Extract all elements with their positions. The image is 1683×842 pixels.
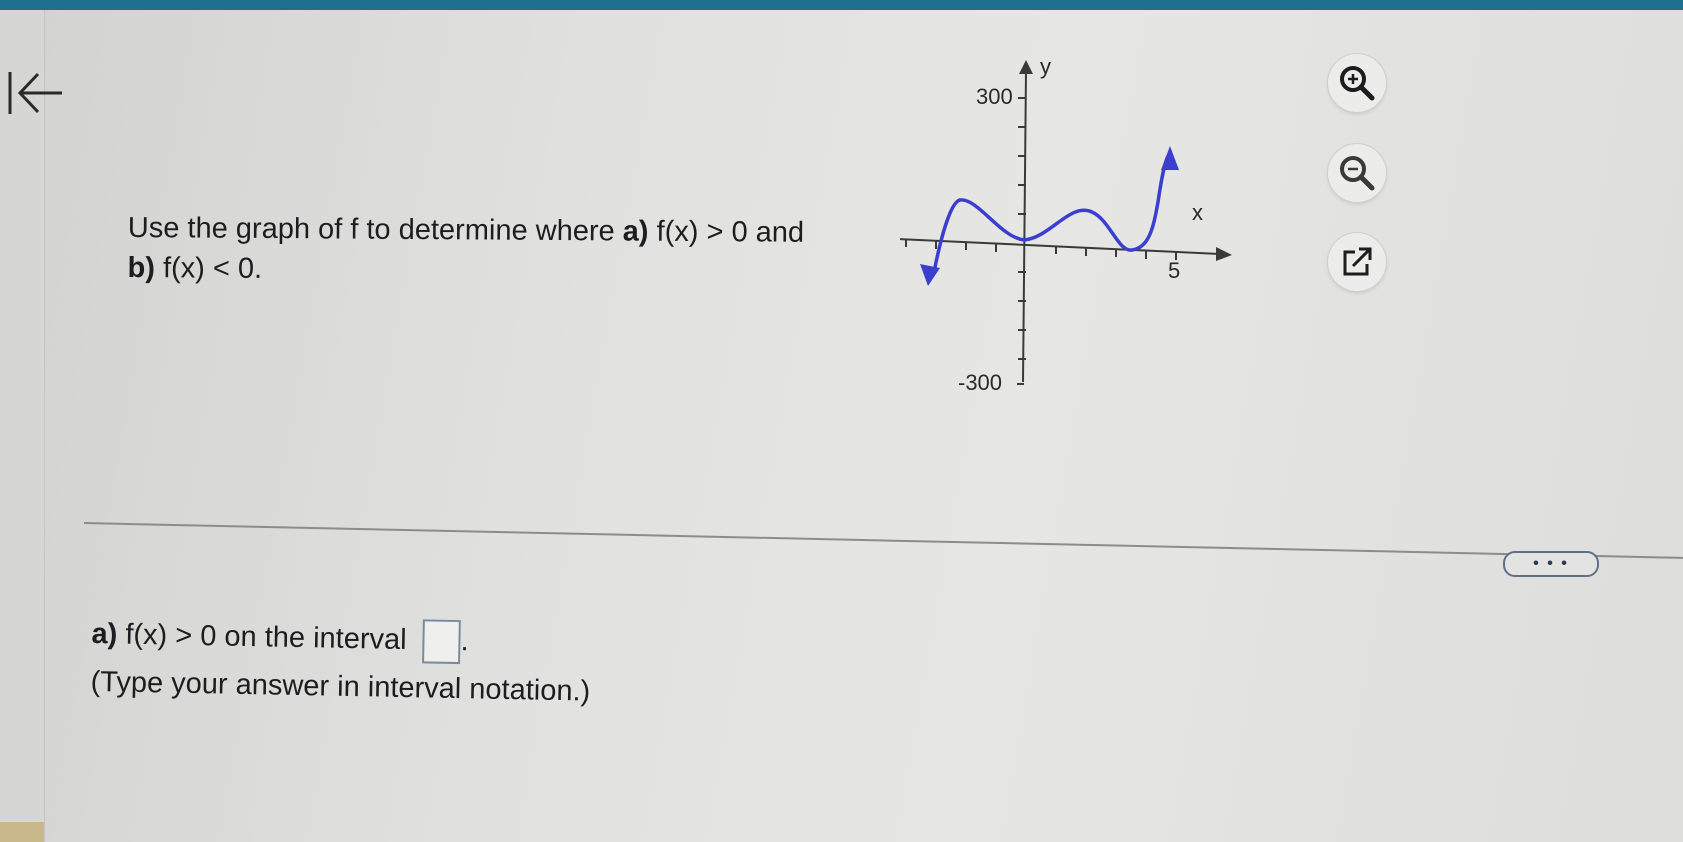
zoom-in-icon	[1340, 66, 1375, 101]
back-to-start-icon	[8, 72, 62, 114]
answer-part-a-label: a)	[91, 617, 118, 651]
x-max-label: 5	[1168, 258, 1180, 283]
function-graph: y x 300 -300 -5 5	[900, 54, 1232, 395]
question-text-part2: f(x) > 0 and	[648, 215, 805, 249]
question-part-a-label: a)	[622, 215, 649, 248]
back-to-start-button[interactable]	[6, 68, 66, 118]
zoom-out-button[interactable]	[1328, 144, 1386, 202]
curve-right-arrow	[1161, 146, 1179, 170]
open-external-icon	[1343, 247, 1372, 276]
function-curve	[932, 155, 1170, 273]
top-bar	[0, 0, 1683, 10]
left-rail	[0, 10, 45, 842]
open-external-button[interactable]	[1328, 233, 1386, 291]
answer-period: .	[460, 625, 470, 658]
zoom-in-button[interactable]	[1328, 54, 1386, 112]
x-axis-arrow	[1216, 247, 1232, 261]
bottom-left-swatch	[0, 822, 44, 842]
y-axis	[1022, 69, 1027, 383]
question-text-part1: Use the graph of f to determine where	[127, 211, 623, 248]
question-part-b-label: b)	[127, 251, 156, 285]
y-max-label: 300	[976, 84, 1013, 109]
curve-left-arrow	[920, 264, 940, 286]
section-divider	[83, 522, 1683, 559]
question-text-part3: f(x) < 0.	[154, 252, 263, 285]
interval-answer-input[interactable]	[422, 619, 462, 665]
y-axis-label: y	[1040, 54, 1051, 79]
zoom-out-icon	[1340, 156, 1375, 191]
x-axis	[900, 238, 1221, 255]
question-text: Use the graph of f to determine where a)…	[127, 208, 888, 293]
more-options-button[interactable]: • • •	[1503, 551, 1599, 577]
y-axis-arrow	[1019, 60, 1033, 74]
page: Use the graph of f to determine where a)…	[0, 0, 1683, 842]
answer-section: a) f(x) > 0 on the interval . (Type your…	[90, 610, 992, 723]
x-axis-label: x	[1192, 200, 1203, 225]
y-min-label: -300	[958, 370, 1002, 395]
answer-prompt-text: f(x) > 0 on the interval	[117, 618, 415, 657]
